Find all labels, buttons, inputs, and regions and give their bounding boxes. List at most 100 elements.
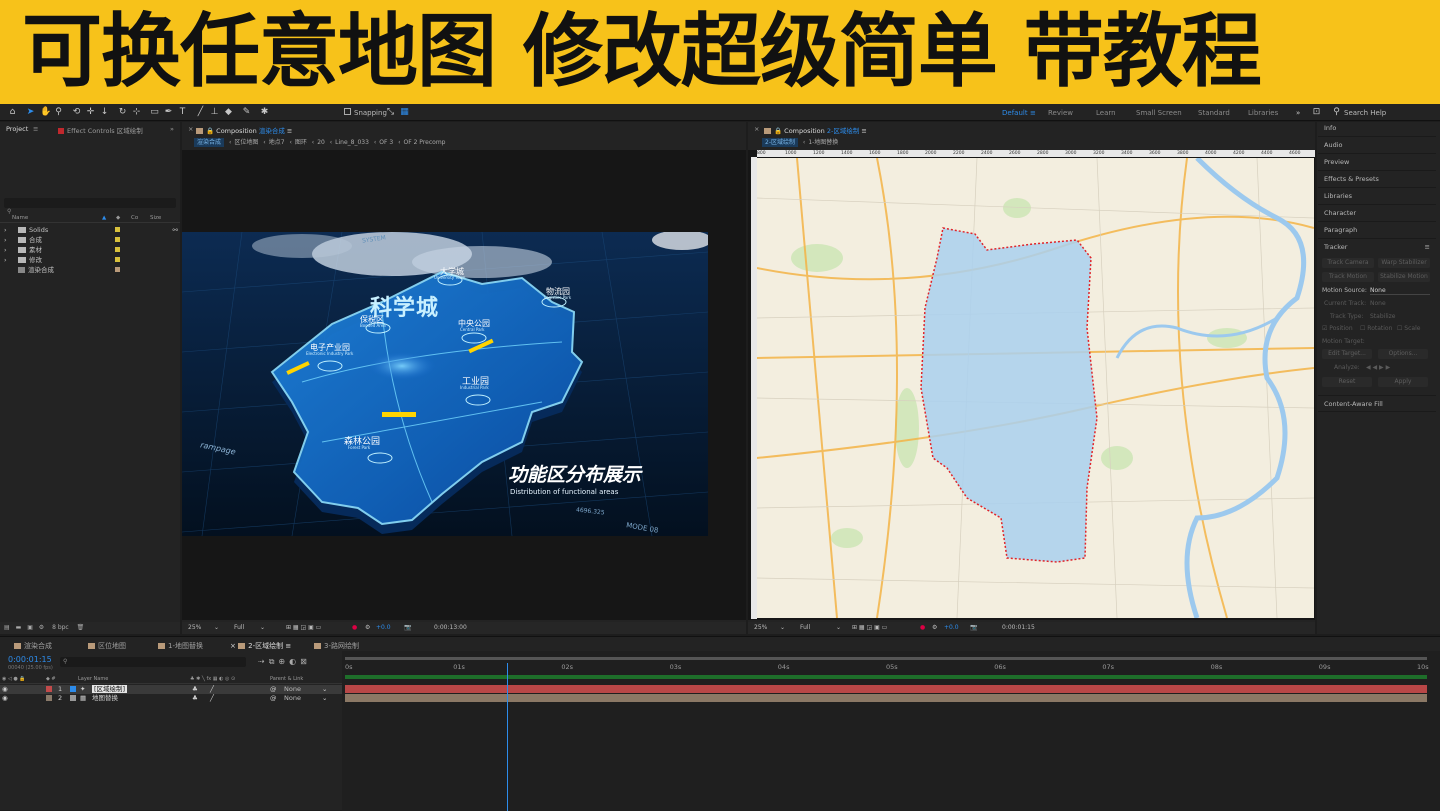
resolution-select[interactable]: Full	[800, 622, 810, 634]
rotation-checkbox[interactable]: ☐ Rotation	[1360, 325, 1392, 332]
dolly-tool-icon[interactable]: ↓	[100, 107, 109, 117]
timeline-current-time[interactable]: 0:00:01:15	[8, 655, 52, 664]
shape-tool-icon[interactable]: ▭	[150, 107, 159, 117]
workspace-review[interactable]: Review	[1048, 109, 1073, 117]
workspace-small-screen[interactable]: Small Screen	[1136, 109, 1182, 117]
panel-preview[interactable]: Preview	[1318, 154, 1436, 171]
panel-character[interactable]: Character	[1318, 205, 1436, 222]
timeline-switches-icon[interactable]: ⇢⧉⊕◐⊠	[258, 657, 311, 667]
close-tab-icon[interactable]: ×	[188, 125, 193, 133]
delete-icon[interactable]: 🗑	[77, 624, 85, 631]
roto-tool-icon[interactable]: ✎	[242, 107, 251, 117]
breadcrumb-item[interactable]: 2-区域绘制	[762, 138, 798, 147]
timeline-tab[interactable]: 区位地图	[88, 641, 126, 651]
panel-menu-icon[interactable]: ≡	[285, 642, 291, 650]
snap-edges-icon[interactable]: ⤡	[386, 107, 395, 117]
work-area-bar[interactable]	[345, 657, 1427, 660]
breadcrumb-item[interactable]: 区位地图	[234, 139, 258, 146]
track-type-select[interactable]: Stabilize	[1370, 313, 1396, 320]
snap-features-icon[interactable]: ▦	[400, 107, 409, 117]
timeline-tab-active[interactable]: × 2-区域绘制 ≡	[230, 641, 291, 651]
exposure-icon[interactable]: ⚙	[365, 622, 370, 634]
project-settings-icon[interactable]: ⚙	[39, 624, 44, 631]
breadcrumb-item[interactable]: Line_8_033	[335, 139, 369, 146]
zoom-select[interactable]: 25%	[188, 622, 201, 634]
expand-icon[interactable]: ›	[4, 255, 7, 265]
puppet-tool-icon[interactable]: ✱	[260, 107, 269, 117]
reset-button[interactable]: Reset	[1322, 377, 1372, 387]
home-icon[interactable]: ⌂	[8, 107, 17, 117]
panel-menu-icon[interactable]: ≡	[1425, 239, 1430, 256]
sync-icon[interactable]: ⊡	[1312, 107, 1321, 117]
more-panels-icon[interactable]: »	[170, 125, 174, 133]
zoom-tool-icon[interactable]: ⚲	[54, 107, 63, 117]
rotate-tool-icon[interactable]: ↻	[118, 107, 127, 117]
hand-tool-icon[interactable]: ✋	[40, 107, 51, 117]
layer-name[interactable]: 地图替换	[92, 694, 118, 703]
project-item[interactable]: › Solids ⚯	[0, 225, 180, 235]
project-item[interactable]: › 合成	[0, 235, 180, 245]
tab-project[interactable]: Project	[6, 125, 28, 133]
close-tab-icon[interactable]: ×	[754, 125, 759, 133]
sort-icon[interactable]: ▲	[102, 214, 106, 223]
current-track-select[interactable]: None	[1370, 300, 1386, 307]
horizontal-ruler[interactable]: 800 1000 1200 1400 1600 1800 2000 2200 2400 2600 2…	[757, 150, 1315, 157]
switches-col-icon[interactable]: ♣ ✱ ╲ fx ▦ ◐ ◎ ⊙	[190, 675, 235, 684]
panel-info[interactable]: Info	[1318, 120, 1436, 137]
close-tab-icon[interactable]: ×	[230, 642, 236, 650]
breadcrumb-item[interactable]: 1-地图替换	[808, 139, 838, 146]
panel-libraries[interactable]: Libraries	[1318, 188, 1436, 205]
lock-icon[interactable]: 🔒	[206, 127, 214, 135]
av-features-icon[interactable]: ◉ ◁ ● 🔒	[2, 675, 26, 684]
breadcrumb-item[interactable]: OF 3	[379, 139, 393, 146]
channels-icon[interactable]: ●	[920, 622, 925, 634]
panel-menu-icon[interactable]: ≡	[287, 127, 292, 135]
visibility-icon[interactable]: ◉	[2, 685, 8, 694]
layer-name[interactable]: [区域绘制]	[92, 685, 128, 693]
col-name[interactable]: Name	[12, 214, 28, 223]
stabilize-motion-button[interactable]: Stabilize Motion	[1378, 272, 1430, 282]
pickwhip-icon[interactable]: @	[270, 694, 277, 703]
apply-button[interactable]: Apply	[1378, 377, 1428, 387]
motion-source-select[interactable]: None	[1370, 287, 1430, 295]
workspace-standard[interactable]: Standard	[1198, 109, 1230, 117]
snapshot-icon[interactable]: 📷	[404, 622, 411, 634]
panel-content-aware-fill[interactable]: Content-Aware Fill	[1318, 395, 1436, 412]
position-checkbox[interactable]: ☑ Position	[1322, 325, 1353, 332]
timeline-tab[interactable]: 渲染合成	[14, 641, 52, 651]
pickwhip-icon[interactable]: @	[270, 685, 277, 694]
parent-select[interactable]: None	[284, 685, 301, 694]
breadcrumb-item[interactable]: 20	[317, 139, 325, 146]
pan-tool-icon[interactable]: ✛	[86, 107, 95, 117]
layer-search-input[interactable]: ⚲	[60, 657, 246, 667]
project-search-input[interactable]: ⚲	[4, 198, 176, 215]
orbit-tool-icon[interactable]: ⟲	[72, 107, 81, 117]
label-color[interactable]	[46, 695, 52, 701]
zoom-select[interactable]: 25%	[754, 622, 767, 634]
current-time-display[interactable]: 0:00:13:00	[434, 622, 467, 634]
label-col-icon[interactable]: ◆ #	[46, 675, 56, 684]
bpc-label[interactable]: 8 bpc	[52, 624, 69, 631]
breadcrumb-item[interactable]: 渲染合成	[194, 138, 225, 147]
options-button[interactable]: Options...	[1378, 349, 1428, 359]
workspace-learn[interactable]: Learn	[1096, 109, 1116, 117]
playhead[interactable]	[507, 663, 509, 811]
current-time-display[interactable]: 0:00:01:15	[1002, 622, 1035, 634]
layer-row[interactable]: ◉ 1 ✦ [区域绘制] ♣ ╱ @ None ⌄	[0, 685, 342, 694]
project-item[interactable]: › 修改	[0, 255, 180, 265]
snapping-checkbox[interactable]	[344, 108, 351, 115]
warp-stabilizer-button[interactable]: Warp Stabilizer	[1378, 258, 1430, 268]
col-comment[interactable]: Co	[131, 214, 138, 223]
analyze-controls-icon[interactable]: ◀ ◀ ▶ ▶	[1366, 364, 1390, 371]
col-parent-link[interactable]: Parent & Link	[270, 675, 303, 684]
more-workspaces-icon[interactable]: »	[1296, 109, 1300, 117]
shy-switch-icon[interactable]: ♣	[192, 694, 198, 703]
exposure-icon[interactable]: ⚙	[932, 622, 937, 634]
channels-icon[interactable]: ●	[352, 622, 357, 634]
workspace-libraries[interactable]: Libraries	[1248, 109, 1278, 117]
project-item[interactable]: 渲染合成	[0, 265, 180, 275]
layer-row[interactable]: ◉ 2 ▦ 地图替换 ♣ ╱ @ None ⌄	[0, 694, 342, 703]
quality-switch-icon[interactable]: ╱	[210, 694, 214, 703]
workspace-menu-icon[interactable]: ≡	[1030, 109, 1036, 117]
track-motion-button[interactable]: Track Motion	[1322, 272, 1374, 282]
